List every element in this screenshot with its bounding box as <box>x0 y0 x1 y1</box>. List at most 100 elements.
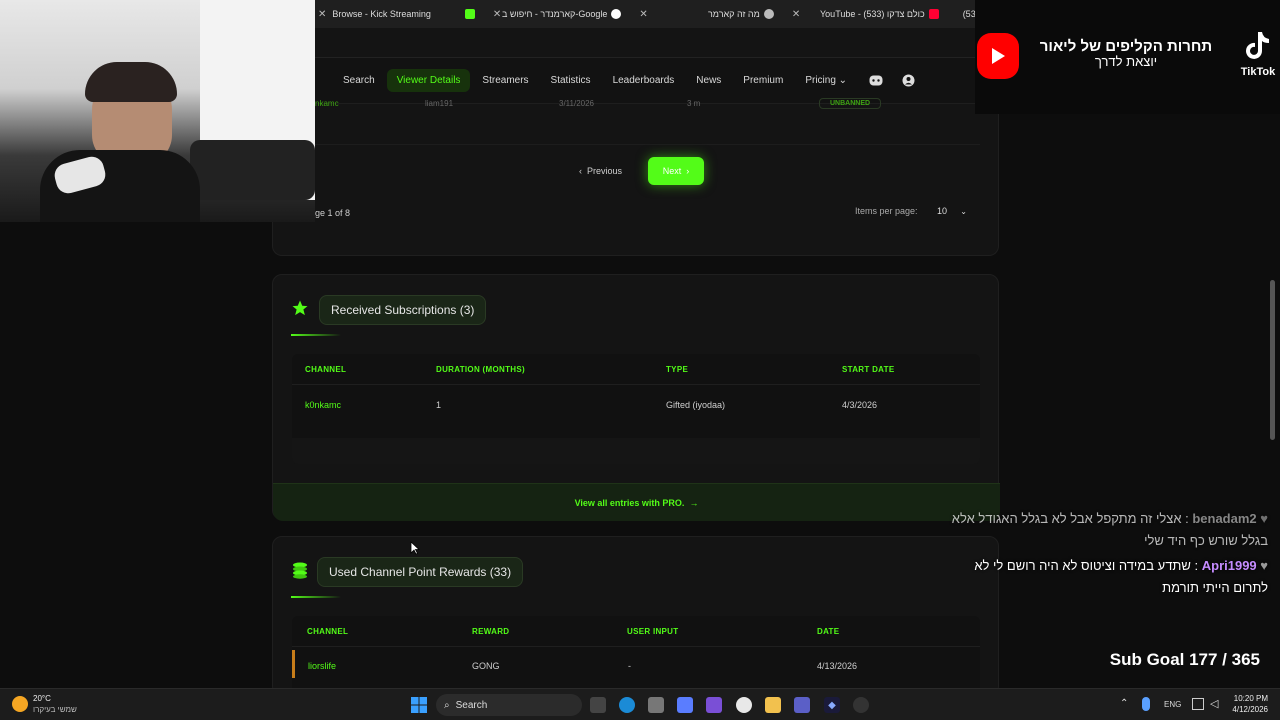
google-icon <box>611 9 622 19</box>
page-info: ge 1 of 8 <box>315 208 351 218</box>
tiktok-headline: תחרות הקליפים של ליאור <box>1039 38 1213 55</box>
title-underline <box>291 334 341 336</box>
windows-taskbar: 20°C שמשי בעיקרו ⌕ Search ◆ ⌃ ENG ◁ 10:2… <box>0 688 1280 720</box>
clock-time[interactable]: 10:20 PM <box>1226 694 1268 703</box>
table-cell: 3/11/2026 <box>559 99 594 108</box>
windows-start-icon[interactable] <box>411 697 427 713</box>
edge-icon[interactable] <box>619 697 635 713</box>
previous-label: Previous <box>587 166 623 176</box>
column-header: DURATION (MONTHS) <box>436 365 525 374</box>
rewards-card: Used Channel Point Rewards (33) CHANNEL … <box>272 536 999 697</box>
star-icon <box>291 299 309 317</box>
discord-icon[interactable] <box>869 74 883 88</box>
app-icon[interactable] <box>706 697 722 713</box>
kick-icon <box>464 9 475 19</box>
search-icon: ⌕ <box>444 699 450 711</box>
column-header: TYPE <box>666 365 689 374</box>
tab-close-icon[interactable]: ✕ <box>639 9 647 20</box>
nav-news[interactable]: News <box>686 69 731 92</box>
taskbar-search[interactable]: ⌕ Search <box>436 694 582 716</box>
tab-close-icon[interactable]: ✕ <box>792 9 800 20</box>
column-header: START DATE <box>842 365 895 374</box>
next-label: Next <box>662 166 682 176</box>
tab-close-icon[interactable]: ✕ <box>318 9 326 20</box>
column-header: USER INPUT <box>627 627 679 636</box>
nav-premium[interactable]: Premium <box>733 69 793 92</box>
nav-streamers[interactable]: Streamers <box>472 69 538 92</box>
tab-youtube[interactable]: YouTube - (533) כולם צדקו (53 <box>820 0 976 28</box>
prev-table-card: nkamc liam191 3/11/2026 3 m UNBANNED ‹ P… <box>272 98 999 256</box>
tiktok-banner: תחרות הקליפים של ליאור יוצאת לדרך TikTok <box>975 0 1280 114</box>
status-badge: UNBANNED <box>819 98 882 109</box>
table-cell: 3 m <box>687 99 701 108</box>
chrome-icon[interactable] <box>736 697 752 713</box>
tab-kick[interactable]: ✕ Browse - Kick Streaming ✕ <box>312 0 507 28</box>
arrow-right-icon: → <box>689 497 699 508</box>
tab-label: (53 <box>962 9 976 19</box>
weather-desc: שמשי בעיקרו <box>33 705 77 714</box>
page-scrollbar[interactable] <box>1270 280 1275 440</box>
tab-label: מה זה קארמר <box>708 9 760 19</box>
nav-search[interactable]: Search <box>333 69 385 92</box>
vpn-icon[interactable]: ◆ <box>824 697 840 713</box>
table-cell: 4/13/2026 <box>817 661 858 671</box>
tiktok-brand: TikTok <box>1240 66 1276 78</box>
chat-message: ♥ benadam2 : אצלי זה מתקפל אבל לא בגלל ה… <box>948 508 1268 552</box>
youtube-logo-icon <box>977 33 1019 79</box>
column-header: CHANNEL <box>307 627 349 636</box>
chevron-down-icon: ⌄ <box>960 206 967 216</box>
tiktok-logo-icon <box>1237 30 1277 65</box>
search-label: Search <box>455 699 488 711</box>
tab-chatgpt[interactable]: מה זה קארמר ✕ <box>708 0 806 28</box>
nav-viewer-details[interactable]: Viewer Details <box>386 69 471 92</box>
chat-overlay: ♥ benadam2 : אצלי זה מתקפל אבל לא בגלל ה… <box>948 508 1268 603</box>
nav-leaderboards[interactable]: Leaderboards <box>603 69 685 92</box>
chat-badge-icon: ♥ <box>1260 558 1268 573</box>
clock-date[interactable]: 4/12/2026 <box>1222 705 1268 714</box>
table-cell: liam191 <box>425 99 454 108</box>
weather-icon <box>12 696 28 712</box>
view-all-pro-link[interactable]: View all entries with PRO. → <box>273 483 1000 521</box>
rewards-table: CHANNEL REWARD USER INPUT DATE liorslife… <box>292 616 980 697</box>
nav-statistics[interactable]: Statistics <box>541 69 601 92</box>
previous-button[interactable]: ‹ Previous <box>579 166 622 176</box>
tab-google[interactable]: קארמנדר - חיפוש ב-Google ✕ <box>502 0 654 28</box>
network-icon[interactable] <box>1192 698 1204 710</box>
tab-label: Browse - Kick Streaming <box>332 9 431 19</box>
chevron-up-icon[interactable]: ⌃ <box>1120 698 1128 709</box>
microphone-icon[interactable] <box>1142 697 1150 711</box>
section-title: Used Channel Point Rewards (33) <box>317 557 524 587</box>
channel-link[interactable]: k0nkamc <box>305 400 341 410</box>
items-per-page-value: 10 <box>937 206 948 216</box>
tab-label: YouTube - (533) כולם צדקו <box>820 9 925 19</box>
obs-icon[interactable] <box>853 697 869 713</box>
table-cell[interactable]: nkamc <box>315 99 339 108</box>
teams-icon[interactable] <box>794 697 810 713</box>
pro-link-label: View all entries with PRO. <box>574 497 685 508</box>
file-explorer-icon[interactable] <box>765 697 781 713</box>
copilot-icon[interactable] <box>677 697 693 713</box>
nav-pricing[interactable]: Pricing ⌄ <box>795 69 857 92</box>
column-header: REWARD <box>472 627 510 636</box>
table-cell: 4/3/2026 <box>842 400 878 410</box>
store-icon[interactable] <box>648 697 664 713</box>
subscriptions-card: Received Subscriptions (3) CHANNEL DURAT… <box>272 274 1000 521</box>
table-cell: GONG <box>472 661 500 671</box>
language-indicator[interactable]: ENG <box>1164 700 1181 709</box>
column-header: CHANNEL <box>305 365 347 374</box>
title-underline <box>291 596 341 598</box>
row-accent-bar <box>292 650 295 678</box>
next-button[interactable]: Next › <box>648 157 704 185</box>
chat-username: benadam2 <box>1192 511 1257 526</box>
tab-label: קארמנדר - חיפוש ב-Google <box>502 9 608 19</box>
chat-username: Apri1999 <box>1201 558 1257 573</box>
task-view-icon[interactable] <box>590 697 606 713</box>
user-account-icon[interactable] <box>901 74 915 88</box>
items-per-page-select[interactable]: 10 ⌄ <box>933 202 971 220</box>
tab-close-icon[interactable]: ✕ <box>493 9 501 20</box>
webcam-overlay <box>0 0 315 222</box>
channel-link[interactable]: liorslife <box>308 661 336 671</box>
weather-temp: 20°C <box>33 694 51 703</box>
chevron-left-icon: ‹ <box>579 166 582 176</box>
volume-icon[interactable]: ◁ <box>1210 697 1218 710</box>
